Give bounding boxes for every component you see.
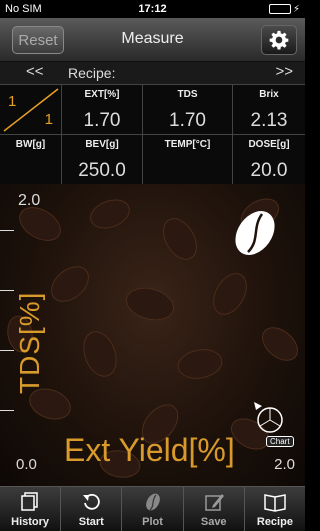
start-icon <box>83 493 101 510</box>
y-tick <box>0 350 14 351</box>
status-bar: No SIM 17:12 ⚡ <box>0 0 305 18</box>
history-icon <box>21 492 38 511</box>
y-tick <box>0 230 14 231</box>
save-icon <box>204 494 224 511</box>
coffee-bean-icon[interactable] <box>232 206 278 260</box>
temp-label: TEMP[°C] <box>164 139 211 150</box>
nav-bar: Reset Measure <box>0 18 305 62</box>
ratio-bottom: 1 <box>44 111 53 128</box>
ext-field[interactable]: EXT[%] 1.70 <box>62 85 143 135</box>
dose-value: 20.0 <box>250 160 288 181</box>
tds-label: TDS <box>177 89 198 100</box>
brix-label: Brix <box>259 89 279 100</box>
tab-save-label: Save <box>200 516 227 528</box>
next-recipe-button[interactable]: >> <box>275 63 293 80</box>
bev-value: 250.0 <box>78 160 126 181</box>
tab-history-label: History <box>11 516 50 528</box>
temp-field[interactable]: TEMP[°C] <box>143 135 233 185</box>
tab-bar: History Start Plot Save Recipe <box>0 486 305 531</box>
ext-value: 1.70 <box>83 110 121 131</box>
y-axis-label: TDS[%] <box>14 291 45 394</box>
settings-button[interactable] <box>261 25 297 55</box>
y-tick <box>0 290 14 291</box>
dose-field[interactable]: DOSE[g] 20.0 <box>233 135 305 185</box>
bev-field[interactable]: BEV[g] 250.0 <box>62 135 143 185</box>
page-title: Measure <box>121 30 184 47</box>
tab-history[interactable]: History <box>0 487 62 531</box>
y-axis-max: 2.0 <box>18 192 41 209</box>
bev-label: BEV[g] <box>85 139 119 150</box>
bw-label: BW[g] <box>15 139 46 150</box>
tds-value: 1.70 <box>169 110 206 131</box>
gear-icon <box>269 30 289 50</box>
dose-label: DOSE[g] <box>248 139 290 150</box>
tab-plot-label: Plot <box>142 516 163 528</box>
plot-icon <box>145 493 160 511</box>
ext-label: EXT[%] <box>84 89 120 100</box>
measurement-grid: 1 1 EXT[%] 1.70 TDS 1.70 Brix 2.13 BW[g]… <box>0 84 305 185</box>
recipe-bar: << Recipe: >> <box>0 62 305 84</box>
recipe-book-icon <box>264 494 286 512</box>
chart-tag[interactable]: Chart <box>266 436 294 447</box>
x-axis-max: 2.0 <box>274 456 295 473</box>
prev-recipe-button[interactable]: << <box>26 63 44 80</box>
tab-save[interactable]: Save <box>184 487 245 531</box>
clock: 17:12 <box>138 3 167 15</box>
ratio-top: 1 <box>8 93 17 110</box>
tab-start-label: Start <box>78 516 104 528</box>
tab-recipe[interactable]: Recipe <box>245 487 305 531</box>
brix-field[interactable]: Brix 2.13 <box>233 85 305 135</box>
brew-plot[interactable]: 2.0 TDS[%] Ext Yield[%] 0.0 2.0 Chart <box>0 184 305 486</box>
brix-value: 2.13 <box>250 110 288 131</box>
tab-recipe-label: Recipe <box>256 516 293 528</box>
chart-mode-icon[interactable] <box>254 402 286 436</box>
brew-ratio-field[interactable]: 1 1 <box>0 85 62 135</box>
recipe-label: Recipe: <box>68 65 116 81</box>
tab-start[interactable]: Start <box>61 487 123 531</box>
x-axis-min: 0.0 <box>16 456 37 473</box>
tab-plot[interactable]: Plot <box>122 487 184 531</box>
bw-field[interactable]: BW[g] <box>0 135 62 185</box>
y-tick <box>0 410 14 411</box>
x-axis-label: Ext Yield[%] <box>64 432 235 468</box>
tds-field[interactable]: TDS 1.70 <box>143 85 233 135</box>
